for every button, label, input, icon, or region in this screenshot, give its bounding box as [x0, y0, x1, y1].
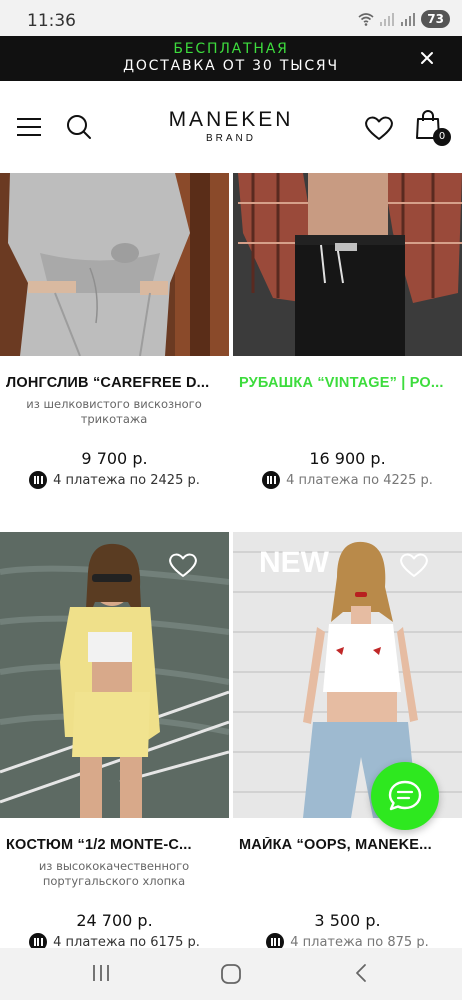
product-grid: ЛОНГСЛИВ “CAREFREE D... из шелковистого …: [0, 173, 462, 948]
heart-icon[interactable]: [168, 552, 198, 578]
menu-icon[interactable]: [15, 115, 43, 139]
recent-apps-icon[interactable]: [90, 962, 112, 984]
product-price: 9 700 р.: [81, 449, 148, 468]
product-card[interactable]: КОСТЮМ “1/2 MONTE-C... из высококачестве…: [0, 532, 229, 948]
installment-icon: [262, 471, 281, 489]
installment-info: 4 платежа по 6175 р.: [0, 933, 229, 948]
product-price: 3 500 р.: [314, 911, 381, 930]
product-price: 24 700 р.: [76, 911, 153, 930]
signal-icon-2: [401, 13, 416, 26]
status-icons: 73: [358, 10, 450, 28]
signal-icon: [380, 13, 395, 26]
home-icon[interactable]: [219, 962, 243, 986]
installment-icon: [266, 933, 285, 948]
heart-icon[interactable]: [364, 115, 394, 141]
product-description: из высококачественного португальского хл…: [38, 859, 190, 888]
product-title[interactable]: КОСТЮМ “1/2 MONTE-C...: [6, 837, 226, 853]
product-card[interactable]: ЛОНГСЛИВ “CAREFREE D... из шелковистого …: [0, 173, 229, 513]
chat-icon: [388, 780, 422, 811]
system-nav-bar: [0, 948, 462, 1000]
close-icon[interactable]: [414, 45, 440, 71]
installment-text: 4 платежа по 4225 р.: [286, 472, 433, 488]
logo-main: MANEKEN: [168, 108, 294, 131]
product-description: из шелковистого вискозного трикотажа: [26, 397, 202, 426]
product-price: 16 900 р.: [309, 449, 386, 468]
product-title[interactable]: МАЙКА “OOPS, MANEKE...: [239, 837, 459, 853]
installment-info: 4 платежа по 4225 р.: [233, 471, 462, 489]
product-card[interactable]: NEW МАЙКА “OOPS, MANEKE... 3 500 р. 4 пл…: [233, 532, 462, 948]
wifi-icon: [358, 13, 374, 26]
chat-button[interactable]: [371, 762, 439, 830]
installment-text: 4 платежа по 6175 р.: [53, 934, 200, 949]
product-title[interactable]: РУБАШКА “VINTAGE” | РО...: [239, 375, 459, 391]
battery-badge: 73: [421, 10, 450, 28]
product-image[interactable]: [233, 173, 462, 356]
installment-info: 4 платежа по 2425 р.: [0, 471, 229, 489]
installment-text: 4 платежа по 2425 р.: [53, 472, 200, 488]
promo-line-2: ДОСТАВКА ОТ 30 ТЫСЯЧ: [123, 58, 339, 74]
product-image[interactable]: [0, 173, 229, 356]
logo-sub: BRAND: [205, 133, 256, 144]
new-badge: NEW: [259, 546, 329, 579]
installment-info: 4 платежа по 875 р.: [233, 933, 462, 948]
promo-line-1: БЕСПЛАТНАЯ: [173, 41, 289, 57]
site-header: MANEKEN BRAND 0: [0, 81, 462, 173]
status-bar: 11:36 73: [0, 0, 462, 36]
installment-text: 4 платежа по 875 р.: [290, 934, 429, 949]
brand-logo[interactable]: MANEKEN BRAND: [160, 108, 302, 144]
status-time: 11:36: [27, 11, 76, 31]
installment-icon: [29, 933, 48, 948]
product-title[interactable]: ЛОНГСЛИВ “CAREFREE D...: [6, 375, 226, 391]
back-icon[interactable]: [350, 962, 372, 984]
promo-banner: БЕСПЛАТНАЯ ДОСТАВКА ОТ 30 ТЫСЯЧ: [0, 36, 462, 81]
product-card[interactable]: РУБАШКА “VINTAGE” | РО... 16 900 р. 4 пл…: [233, 173, 462, 513]
heart-icon[interactable]: [399, 552, 429, 578]
cart-count-badge: 0: [433, 128, 451, 146]
search-icon[interactable]: [65, 113, 93, 141]
installment-icon: [29, 471, 48, 489]
